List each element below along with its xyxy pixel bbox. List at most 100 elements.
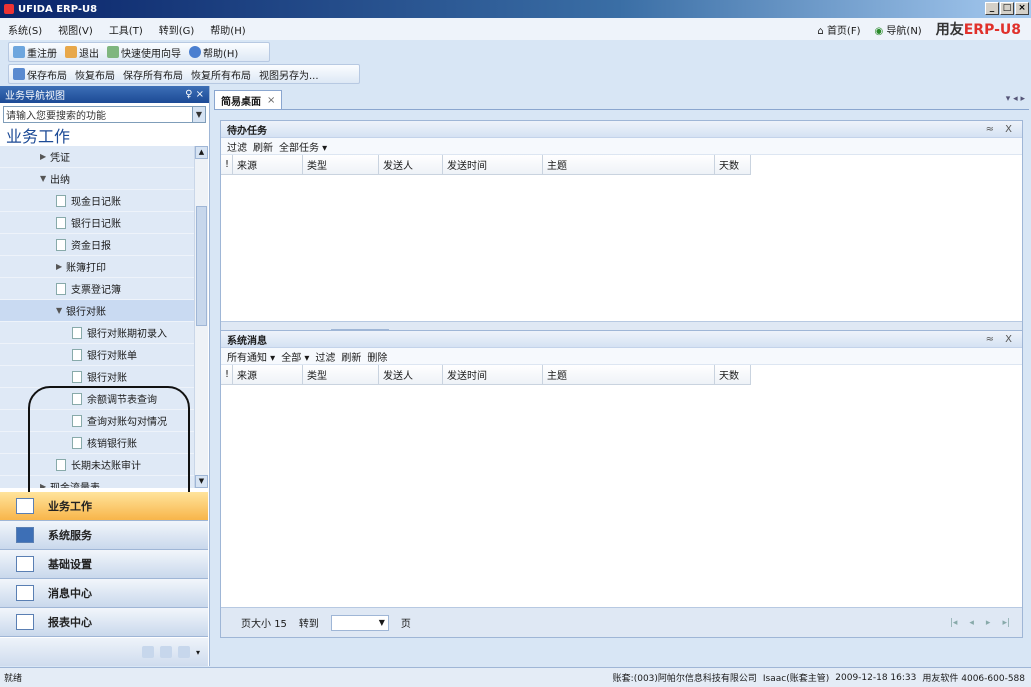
col-type[interactable]: 类型 [303, 365, 379, 385]
menu-goto[interactable]: 转到(G) [151, 22, 203, 37]
tree-item[interactable]: 现金日记账 [0, 190, 194, 212]
chevron-down-icon[interactable]: ▼ [192, 107, 205, 122]
save-layout-button[interactable]: 保存布局 [13, 67, 67, 82]
col-sender[interactable]: 发送人 [379, 365, 443, 385]
chevron-down-icon[interactable]: ▾ [196, 648, 200, 657]
menu-help[interactable]: 帮助(H) [202, 22, 253, 37]
menu-view[interactable]: 视图(V) [50, 22, 101, 37]
tree-item[interactable]: ▶ 凭证 [0, 146, 194, 168]
next-page-icon[interactable]: ▸ [986, 618, 991, 628]
page-size-value[interactable]: 15 [274, 619, 287, 630]
chevron-down-icon[interactable]: ▼ [56, 306, 66, 315]
col-source[interactable]: 来源 [233, 365, 303, 385]
col-days[interactable]: 天数 [715, 365, 751, 385]
save-view-as-button[interactable]: 视图另存为... [259, 67, 319, 82]
goto-page-select[interactable]: ▼ [330, 614, 389, 631]
menu-tools[interactable]: 工具(T) [101, 22, 151, 37]
document-icon [56, 282, 66, 295]
nav-basic-settings[interactable]: 基础设置 [0, 550, 208, 579]
tree-item[interactable]: ▼ 银行对账 [0, 300, 194, 322]
all-dropdown[interactable]: 全部 ▾ [281, 349, 309, 364]
messages-refresh-button[interactable]: 刷新 [341, 349, 361, 364]
chevron-right-icon[interactable]: ▶ [56, 262, 66, 271]
save-all-layout-button[interactable]: 保存所有布局 [123, 67, 183, 82]
tree-item[interactable]: 资金日报 [0, 234, 194, 256]
chevron-down-icon[interactable]: ▼ [40, 174, 50, 183]
col-subject[interactable]: 主题 [543, 365, 715, 385]
brand-logo: 用友ERP-U8 [936, 19, 1021, 39]
restore-all-layout-button[interactable]: 恢复所有布局 [191, 67, 251, 82]
col-priority[interactable]: ! [221, 155, 233, 175]
tree-item[interactable]: ▶ 账簿打印 [0, 256, 194, 278]
col-days[interactable]: 天数 [715, 155, 751, 175]
chart-icon [16, 498, 34, 514]
restore-layout-button[interactable]: 恢复布局 [75, 67, 115, 82]
maximize-button[interactable]: □ [1000, 2, 1014, 15]
relogin-button[interactable]: 重注册 [13, 45, 57, 60]
logout-label: 退出 [79, 48, 99, 60]
tree-item[interactable]: 核销银行账 [0, 432, 194, 454]
nav-report-center[interactable]: 报表中心 [0, 608, 208, 637]
col-send-time[interactable]: 发送时间 [443, 365, 543, 385]
nav-business-work[interactable]: 业务工作 [0, 492, 208, 521]
tree-item[interactable]: 银行对账单 [0, 344, 194, 366]
document-icon [72, 436, 82, 449]
tree-item[interactable]: ▼ 出纳 [0, 168, 194, 190]
messages-filter-button[interactable]: 过滤 [315, 349, 335, 364]
col-source[interactable]: 来源 [233, 155, 303, 175]
tree-item[interactable]: 银行日记账 [0, 212, 194, 234]
scroll-down-icon[interactable]: ▼ [195, 475, 208, 488]
panel-controls[interactable]: ≈ X [986, 334, 1016, 345]
overflow-icon-3[interactable] [177, 646, 190, 658]
todo-refresh-button[interactable]: 刷新 [253, 139, 273, 154]
col-send-time[interactable]: 发送时间 [443, 155, 543, 175]
last-page-icon[interactable]: ▸| [1002, 618, 1010, 628]
tree-item[interactable]: 长期未达账审计 [0, 454, 194, 476]
nav-system-service[interactable]: 系统服务 [0, 521, 208, 550]
function-search-input[interactable]: 请输入您要搜索的功能 ▼ [3, 106, 206, 123]
minimize-button[interactable]: _ [985, 2, 999, 15]
todo-filter-button[interactable]: 过滤 [227, 139, 247, 154]
goto-label: 转到 [298, 619, 319, 630]
col-sender[interactable]: 发送人 [379, 155, 443, 175]
chevron-right-icon[interactable]: ▶ [40, 482, 50, 488]
nav-section-title: 业务工作 [6, 127, 71, 146]
prev-page-icon[interactable]: ◂ [969, 618, 974, 628]
tree-item[interactable]: 查询对账勾对情况 [0, 410, 194, 432]
nav-message-center[interactable]: 消息中心 [0, 579, 208, 608]
tab-scroll-controls[interactable]: ▾ ◂ ▸ [1006, 94, 1025, 104]
tab-simple-desktop[interactable]: 简易桌面 × [214, 90, 283, 109]
scroll-thumb[interactable] [196, 206, 207, 326]
messages-panel: 系统消息 ≈ X 所有通知 ▾ 全部 ▾ 过滤 刷新 删除 ! 来源 类型 发送… [220, 330, 1023, 638]
tree-item[interactable]: 银行对账期初录入 [0, 322, 194, 344]
all-notices-dropdown[interactable]: 所有通知 ▾ [227, 349, 275, 364]
tree-item[interactable]: 余额调节表查询 [0, 388, 194, 410]
quickguide-button[interactable]: 快速使用向导 [107, 45, 181, 60]
tree-item[interactable]: 支票登记簿 [0, 278, 194, 300]
tab-close-icon[interactable]: × [267, 95, 275, 106]
home-link[interactable]: ⌂ 首页(F) [817, 22, 860, 37]
nav-link[interactable]: ◉ 导航(N) [875, 22, 922, 37]
col-priority[interactable]: ! [221, 365, 233, 385]
brand-prefix: 用友 [935, 22, 964, 38]
tree-scrollbar[interactable]: ▲ ▼ [194, 146, 208, 488]
help-button[interactable]: 帮助(H) [189, 45, 238, 60]
first-page-icon[interactable]: |◂ [950, 618, 958, 628]
close-button[interactable]: × [1015, 2, 1029, 15]
col-subject[interactable]: 主题 [543, 155, 715, 175]
scroll-up-icon[interactable]: ▲ [195, 146, 208, 159]
overflow-icon-1[interactable] [141, 646, 154, 658]
pin-close-icon[interactable]: ♀ × [185, 89, 204, 100]
messages-delete-button[interactable]: 删除 [367, 349, 387, 364]
tree-item[interactable]: ▶现金流量表 [0, 476, 194, 488]
menu-system[interactable]: 系统(S) [0, 22, 50, 37]
panel-controls[interactable]: ≈ X [986, 124, 1016, 135]
nav-basic-settings-label: 基础设置 [48, 558, 92, 571]
todo-panel: 待办任务 ≈ X 过滤 刷新 全部任务 ▾ ! 来源 类型 发送人 发送时间 主… [220, 120, 1023, 352]
chevron-right-icon[interactable]: ▶ [40, 152, 50, 161]
col-type[interactable]: 类型 [303, 155, 379, 175]
tree-item[interactable]: 银行对账 [0, 366, 194, 388]
overflow-icon-2[interactable] [159, 646, 172, 658]
todo-all-tasks-dropdown[interactable]: 全部任务 ▾ [279, 139, 327, 154]
logout-button[interactable]: 退出 [65, 45, 99, 60]
